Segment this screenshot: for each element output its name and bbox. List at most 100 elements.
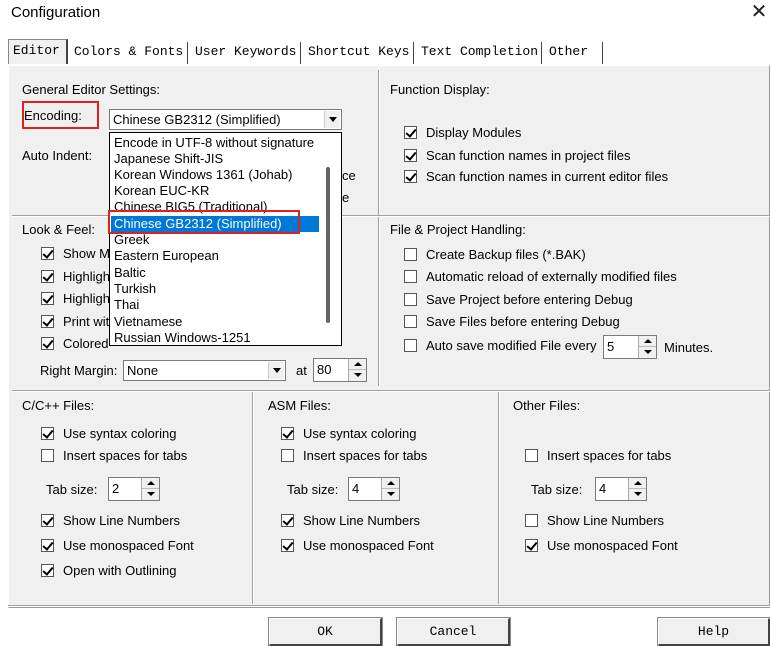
auto-save-minutes-stepper[interactable]: 5 [603, 335, 657, 359]
look-feel-checkbox[interactable] [41, 337, 54, 350]
cpp-mono-label: Use monospaced Font [63, 538, 194, 553]
other-tab-size-value: 4 [599, 481, 607, 496]
spin-up-icon[interactable] [349, 359, 366, 370]
scan-editor-label: Scan function names in current editor fi… [426, 169, 669, 184]
encoding-option[interactable]: Vietnamese [113, 314, 318, 330]
spin-up-icon[interactable] [142, 478, 159, 489]
window-title: Configuration [11, 4, 101, 21]
tab-shortcut-keys[interactable]: Shortcut Keys [304, 42, 414, 64]
other-tab-size-stepper[interactable]: 4 [595, 477, 647, 501]
other-spaces-checkbox[interactable] [525, 449, 538, 462]
encoding-option[interactable]: Encode in UTF-8 without signature [113, 135, 318, 151]
save-files-checkbox[interactable] [404, 315, 417, 328]
other-line-numbers-checkbox[interactable] [525, 514, 538, 527]
auto-indent-label: Auto Indent: [22, 148, 93, 163]
right-margin-combo[interactable]: None [123, 360, 286, 381]
ok-button[interactable]: OK [268, 617, 383, 646]
asm-syntax-checkbox[interactable] [281, 427, 294, 440]
encoding-option[interactable]: Baltic [113, 265, 318, 281]
cpp-outlining-label: Open with Outlining [63, 563, 177, 578]
save-project-checkbox[interactable] [404, 293, 417, 306]
tab-text-completion[interactable]: Text Completion [417, 42, 542, 64]
asm-spaces-label: Insert spaces for tabs [303, 448, 428, 463]
asm-syntax-label: Use syntax coloring [303, 426, 417, 441]
look-feel-checkbox[interactable] [41, 292, 54, 305]
tab-colors-fonts[interactable]: Colors & Fonts [70, 42, 188, 64]
encoding-option[interactable]: Russian Windows-1251 [113, 330, 318, 346]
chevron-down-icon[interactable] [324, 111, 340, 128]
spin-up-icon[interactable] [382, 478, 399, 489]
asm-line-numbers-label: Show Line Numbers [303, 513, 421, 528]
asm-spaces-checkbox[interactable] [281, 449, 294, 462]
cpp-files-heading: C/C++ Files: [22, 398, 95, 413]
scan-editor-checkbox[interactable] [404, 170, 417, 183]
tab-user-keywords[interactable]: User Keywords [191, 42, 301, 64]
encoding-option[interactable]: Korean Windows 1361 (Johab) [113, 167, 318, 183]
cpp-spaces-checkbox[interactable] [41, 449, 54, 462]
auto-save-checkbox[interactable] [404, 339, 417, 352]
cpp-outlining-checkbox[interactable] [41, 564, 54, 577]
other-line-numbers-label: Show Line Numbers [547, 513, 665, 528]
look-feel-label: Highligh [63, 291, 110, 306]
other-mono-checkbox[interactable] [525, 539, 538, 552]
encoding-option[interactable]: Eastern European [113, 248, 318, 264]
spin-down-icon[interactable] [349, 370, 366, 381]
divider-vertical-top [378, 70, 380, 386]
display-modules-label: Display Modules [426, 125, 522, 140]
cpp-spaces-label: Insert spaces for tabs [63, 448, 188, 463]
auto-reload-checkbox[interactable] [404, 270, 417, 283]
auto-reload-label: Automatic reload of externally modified … [426, 269, 677, 284]
cpp-mono-checkbox[interactable] [41, 539, 54, 552]
encoding-option[interactable]: Thai [113, 297, 318, 313]
cancel-button[interactable]: Cancel [396, 617, 511, 646]
look-feel-checkbox[interactable] [41, 247, 54, 260]
divider-cpp-asm [252, 392, 254, 604]
encoding-option[interactable]: Japanese Shift-JIS [113, 151, 318, 167]
scan-project-label: Scan function names in project files [426, 148, 631, 163]
help-button[interactable]: Help [657, 617, 770, 646]
close-icon[interactable]: ✕ [748, 2, 770, 24]
spin-up-icon[interactable] [629, 478, 646, 489]
selected-option-highlight [108, 210, 300, 234]
other-files-heading: Other Files: [513, 398, 581, 413]
spin-down-icon[interactable] [382, 489, 399, 500]
cpp-tab-size-stepper[interactable]: 2 [108, 477, 160, 501]
tab-editor[interactable]: Editor [8, 39, 68, 64]
spin-up-icon[interactable] [639, 336, 656, 347]
save-files-label: Save Files before entering Debug [426, 314, 620, 329]
tab-other[interactable]: Other [545, 42, 603, 64]
dropdown-scrollbar[interactable] [326, 167, 330, 323]
asm-tab-size-value: 4 [352, 481, 360, 496]
look-feel-label: Colored [63, 336, 109, 351]
look-feel-label: Show M [63, 246, 110, 261]
auto-save-minutes-value: 5 [607, 339, 615, 354]
encoding-option[interactable]: Greek [113, 232, 318, 248]
encoding-dropdown-list[interactable]: Encode in UTF-8 without signature Japane… [109, 132, 342, 346]
save-project-label: Save Project before entering Debug [426, 292, 633, 307]
file-project-heading: File & Project Handling: [390, 222, 526, 237]
other-mono-label: Use monospaced Font [547, 538, 678, 553]
encoding-label-highlight [22, 101, 99, 129]
chevron-down-icon[interactable] [268, 362, 284, 379]
asm-mono-checkbox[interactable] [281, 539, 294, 552]
right-margin-column-stepper[interactable]: 80 [313, 358, 367, 382]
hidden-label-fragment: ce [342, 168, 356, 183]
encoding-option[interactable]: Turkish [113, 281, 318, 297]
spin-down-icon[interactable] [142, 489, 159, 500]
scan-project-checkbox[interactable] [404, 149, 417, 162]
create-backup-checkbox[interactable] [404, 248, 417, 261]
look-feel-label: Print wit [63, 314, 110, 329]
asm-tab-size-stepper[interactable]: 4 [348, 477, 400, 501]
cpp-line-numbers-checkbox[interactable] [41, 514, 54, 527]
encoding-combo[interactable]: Chinese GB2312 (Simplified) [109, 109, 342, 130]
display-modules-checkbox[interactable] [404, 126, 417, 139]
look-feel-checkbox[interactable] [41, 270, 54, 283]
look-feel-checkbox[interactable] [41, 315, 54, 328]
spin-down-icon[interactable] [629, 489, 646, 500]
encoding-option[interactable]: Korean EUC-KR [113, 183, 318, 199]
asm-tab-size-label: Tab size: [287, 482, 339, 497]
spin-down-icon[interactable] [639, 347, 656, 358]
right-margin-label: Right Margin: [40, 363, 118, 378]
cpp-syntax-checkbox[interactable] [41, 427, 54, 440]
asm-line-numbers-checkbox[interactable] [281, 514, 294, 527]
